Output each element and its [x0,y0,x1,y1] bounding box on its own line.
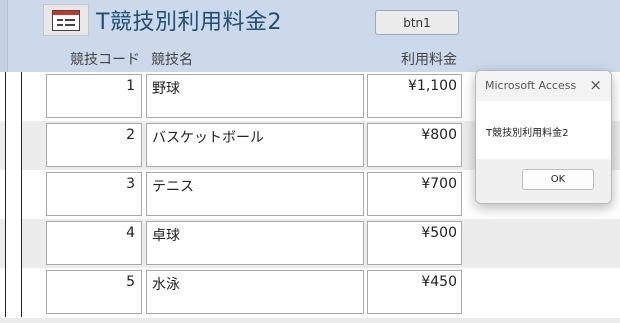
ok-button[interactable]: OK [522,169,594,190]
record-selector[interactable] [5,72,22,121]
code-field[interactable]: 2 [46,123,142,167]
new-record-row [0,318,620,323]
message-dialog: Microsoft Access × T競技別利用料金2 OK [475,70,612,204]
name-field[interactable]: テニス [146,172,364,216]
fee-field[interactable]: ¥500 [367,221,462,265]
column-header-code: 競技コード [70,52,140,68]
dialog-message: T競技別利用料金2 [486,128,569,139]
record-selector[interactable] [5,219,22,268]
form-title: T競技別利用料金2 [96,10,282,35]
name-field[interactable]: 野球 [146,74,364,118]
fee-field[interactable]: ¥1,100 [367,74,462,118]
close-icon[interactable]: × [589,76,602,94]
form-icon [43,4,89,36]
dialog-title: Microsoft Access [485,79,577,92]
column-header-fee: 利用料金 [401,52,457,68]
fee-field[interactable]: ¥450 [367,270,462,314]
code-field[interactable]: 4 [46,221,142,265]
record-selector[interactable] [5,268,22,317]
name-field[interactable]: バスケットボール [146,123,364,167]
table-row: 5 水泳 ¥450 [0,268,620,317]
record-selector[interactable] [5,121,22,170]
column-header-name: 競技名 [151,52,193,68]
form-header: T競技別利用料金2 btn1 競技コード 競技名 利用料金 [0,0,620,72]
name-field[interactable]: 水泳 [146,270,364,314]
fee-field[interactable]: ¥800 [367,123,462,167]
header-record-selector [0,0,8,72]
name-field[interactable]: 卓球 [146,221,364,265]
code-field[interactable]: 5 [46,270,142,314]
table-row: 4 卓球 ¥500 [0,219,620,268]
fee-field[interactable]: ¥700 [367,172,462,216]
record-selector[interactable] [5,170,22,219]
code-field[interactable]: 1 [46,74,142,118]
code-field[interactable]: 3 [46,172,142,216]
btn1-button[interactable]: btn1 [375,10,459,35]
